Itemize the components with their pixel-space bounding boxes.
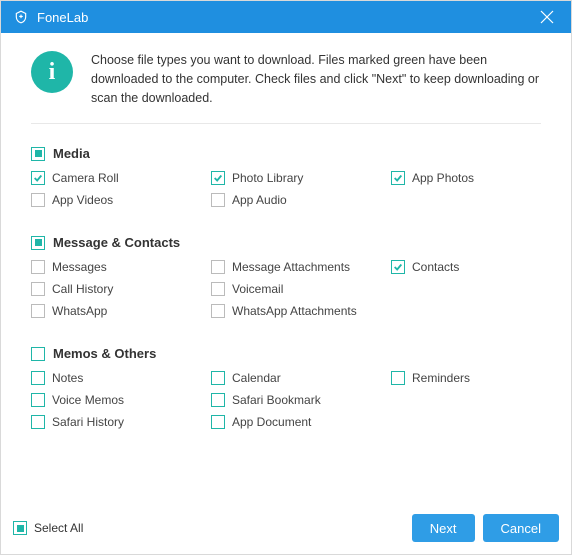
item-safari-history[interactable]: Safari History xyxy=(31,415,211,429)
checkbox-contacts[interactable] xyxy=(391,260,405,274)
section-memos-others: Memos & Others Notes Calendar Reminders … xyxy=(31,346,541,437)
section-message-contacts: Message & Contacts Messages Message Atta… xyxy=(31,235,541,326)
label-voicemail: Voicemail xyxy=(232,282,283,296)
checkbox-app-audio[interactable] xyxy=(211,193,225,207)
section-title-message-contacts: Message & Contacts xyxy=(53,235,180,250)
info-icon: i xyxy=(31,51,73,93)
label-calendar: Calendar xyxy=(232,371,281,385)
item-app-photos[interactable]: App Photos xyxy=(391,171,511,185)
label-notes: Notes xyxy=(52,371,83,385)
item-whatsapp-attachments[interactable]: WhatsApp Attachments xyxy=(211,304,391,318)
info-row: i Choose file types you want to download… xyxy=(31,51,541,107)
section-head-media[interactable]: Media xyxy=(31,146,541,161)
section-title-memos-others: Memos & Others xyxy=(53,346,156,361)
checkbox-app-document[interactable] xyxy=(211,415,225,429)
checkbox-safari-history[interactable] xyxy=(31,415,45,429)
checkbox-notes[interactable] xyxy=(31,371,45,385)
label-reminders: Reminders xyxy=(412,371,470,385)
checkbox-calendar[interactable] xyxy=(211,371,225,385)
checkbox-photo-library[interactable] xyxy=(211,171,225,185)
section-title-media: Media xyxy=(53,146,90,161)
app-title: FoneLab xyxy=(37,10,88,25)
label-voice-memos: Voice Memos xyxy=(52,393,124,407)
item-camera-roll[interactable]: Camera Roll xyxy=(31,171,211,185)
close-icon xyxy=(539,9,555,25)
close-button[interactable] xyxy=(533,3,561,31)
item-voicemail[interactable]: Voicemail xyxy=(211,282,391,296)
item-photo-library[interactable]: Photo Library xyxy=(211,171,391,185)
label-call-history: Call History xyxy=(52,282,113,296)
checkbox-camera-roll[interactable] xyxy=(31,171,45,185)
item-app-audio[interactable]: App Audio xyxy=(211,193,391,207)
item-safari-bookmark[interactable]: Safari Bookmark xyxy=(211,393,391,407)
item-calendar[interactable]: Calendar xyxy=(211,371,391,385)
checkbox-app-videos[interactable] xyxy=(31,193,45,207)
label-messages: Messages xyxy=(52,260,107,274)
app-window: FoneLab i Choose file types you want to … xyxy=(0,0,572,555)
item-contacts[interactable]: Contacts xyxy=(391,260,511,274)
checkbox-voicemail[interactable] xyxy=(211,282,225,296)
select-all-row[interactable]: Select All xyxy=(13,521,83,535)
item-messages[interactable]: Messages xyxy=(31,260,211,274)
item-app-document[interactable]: App Document xyxy=(211,415,391,429)
section-head-message-contacts[interactable]: Message & Contacts xyxy=(31,235,541,250)
checkbox-messages[interactable] xyxy=(31,260,45,274)
label-photo-library: Photo Library xyxy=(232,171,303,185)
checkbox-voice-memos[interactable] xyxy=(31,393,45,407)
next-button[interactable]: Next xyxy=(412,514,475,542)
item-whatsapp[interactable]: WhatsApp xyxy=(31,304,211,318)
footer: Select All Next Cancel xyxy=(13,514,559,542)
content-area: i Choose file types you want to download… xyxy=(1,33,571,437)
label-safari-bookmark: Safari Bookmark xyxy=(232,393,321,407)
item-app-videos[interactable]: App Videos xyxy=(31,193,211,207)
checkbox-message-contacts[interactable] xyxy=(31,236,45,250)
item-notes[interactable]: Notes xyxy=(31,371,211,385)
checkbox-select-all[interactable] xyxy=(13,521,27,535)
select-all-label: Select All xyxy=(34,521,83,535)
item-call-history[interactable]: Call History xyxy=(31,282,211,296)
item-message-attachments[interactable]: Message Attachments xyxy=(211,260,391,274)
label-app-audio: App Audio xyxy=(232,193,287,207)
checkbox-call-history[interactable] xyxy=(31,282,45,296)
info-text: Choose file types you want to download. … xyxy=(91,51,541,107)
label-app-document: App Document xyxy=(232,415,311,429)
label-contacts: Contacts xyxy=(412,260,459,274)
label-camera-roll: Camera Roll xyxy=(52,171,119,185)
divider xyxy=(31,123,541,124)
checkbox-message-attachments[interactable] xyxy=(211,260,225,274)
label-whatsapp: WhatsApp xyxy=(52,304,107,318)
label-message-attachments: Message Attachments xyxy=(232,260,350,274)
item-voice-memos[interactable]: Voice Memos xyxy=(31,393,211,407)
titlebar: FoneLab xyxy=(1,1,571,33)
checkbox-app-photos[interactable] xyxy=(391,171,405,185)
checkbox-reminders[interactable] xyxy=(391,371,405,385)
checkbox-memos-others[interactable] xyxy=(31,347,45,361)
item-reminders[interactable]: Reminders xyxy=(391,371,511,385)
section-media: Media Camera Roll Photo Library App Phot… xyxy=(31,146,541,215)
label-app-photos: App Photos xyxy=(412,171,474,185)
checkbox-whatsapp-attachments[interactable] xyxy=(211,304,225,318)
checkbox-media[interactable] xyxy=(31,147,45,161)
title-left: FoneLab xyxy=(13,9,88,25)
label-app-videos: App Videos xyxy=(52,193,113,207)
checkbox-whatsapp[interactable] xyxy=(31,304,45,318)
section-head-memos-others[interactable]: Memos & Others xyxy=(31,346,541,361)
checkbox-safari-bookmark[interactable] xyxy=(211,393,225,407)
label-whatsapp-attachments: WhatsApp Attachments xyxy=(232,304,357,318)
cancel-button[interactable]: Cancel xyxy=(483,514,559,542)
label-safari-history: Safari History xyxy=(52,415,124,429)
app-logo-icon xyxy=(13,9,29,25)
